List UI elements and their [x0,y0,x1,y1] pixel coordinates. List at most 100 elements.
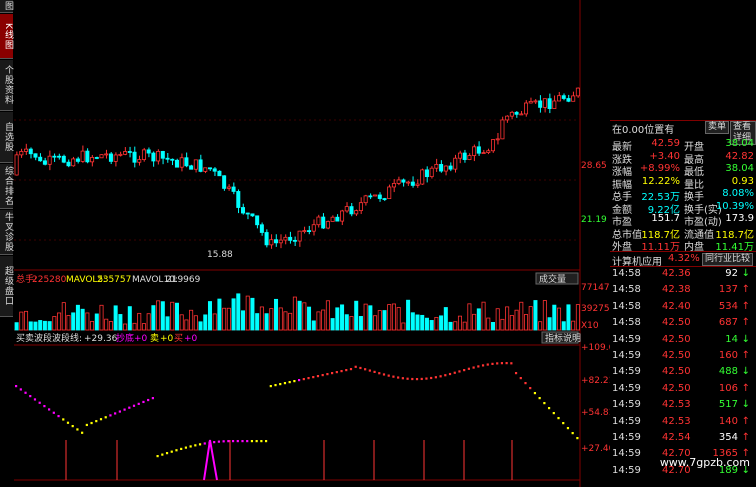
tick-arrow: ↑ [741,350,750,361]
wave-dot [250,440,254,443]
mavol5-value: 235757 [97,275,131,285]
wave-dot [477,365,480,368]
candle-body [420,169,425,185]
candle-body [90,157,95,163]
wave-dot [227,440,230,443]
wave-dot [307,377,310,380]
volume-bar [311,320,316,331]
volume-bar [523,314,529,331]
candle-body [52,155,57,158]
wave-dot [76,428,79,431]
volume-bar [99,304,104,331]
candle-body [575,87,580,97]
volume-bar [269,308,274,331]
tick-price: 42.50 [662,350,691,361]
tick-arrow: ↑ [741,284,750,296]
quote-row: 最新 42.59 开盘 38.04 [610,138,756,153]
wave-dot [293,380,296,383]
wave-dot [463,368,466,372]
side-tab-1[interactable]: K线图 [0,14,13,59]
candle-body [292,239,297,242]
candle-body [523,102,529,115]
indicator-axis-label: +109.6 [581,343,610,353]
volume-bar [236,293,241,331]
candle-body [99,154,104,159]
wave-dot [434,376,437,379]
tick-row: 14:59 42.53 140 ↑ [610,416,756,432]
wave-dot [312,376,315,379]
candle-body [127,151,132,153]
side-tab-4[interactable]: 综合排名 [0,164,13,209]
volume-bar [368,305,373,331]
candle-body [486,150,491,153]
candle-body [184,157,189,167]
wave-dot [345,369,348,372]
tick-arrow: ↓ [741,333,750,345]
indicator-buy-value: +0 [160,334,174,344]
volume-bar [212,313,217,331]
wave-dot [62,418,65,421]
wave-dot [241,440,244,443]
side-tab-2[interactable]: 个股资料 [0,60,13,111]
wave-dot [519,377,522,380]
candle-body [349,206,354,215]
candle-body [193,159,198,170]
industry-compare-button[interactable]: 同行业比较 [702,253,754,266]
quote-value: 173.9 [725,213,754,224]
wave-dot [165,452,169,455]
candle-body [259,224,264,233]
volume-bar [33,321,38,331]
candle-body [354,210,359,215]
wave-dot [184,446,187,449]
volume-bar [391,303,396,331]
wave-dot [170,450,173,453]
tick-row: 14:59 42.53 517 ↓ [610,399,756,415]
wave-dot [142,400,145,404]
candle-body [415,183,420,186]
volume-bar [240,310,246,331]
tick-time: 14:58 [612,268,641,279]
industry-row: 计算机应用 4.32% 同行业比较 [610,253,756,268]
wave-dot [552,412,555,415]
wave-dot [382,373,386,376]
wave-dot [439,375,442,378]
candle-body [439,163,444,172]
volume-bar [108,321,113,331]
candle-body [340,210,345,222]
side-tab-5[interactable]: 牛叉诊股 [0,210,13,255]
tick-arrow: ↓ [741,268,750,279]
tick-volume: 534 [718,300,738,312]
volume-bar [24,310,29,331]
candle-body [509,111,514,117]
tick-arrow: ↑ [741,415,750,427]
indicator-extra-label: 买 [174,333,183,344]
volume-bar [377,310,382,331]
tick-row: 14:59 42.50 160 ↑ [610,350,756,366]
indicator-axis-label: +54.81 [581,408,610,418]
candle-body [269,239,274,246]
candle-body [514,111,519,115]
candle-body [179,157,184,168]
volume-bar [90,321,95,331]
candle-body [443,165,448,172]
volume-bar [94,313,99,331]
candle-body [189,165,194,170]
quote-panel: 在0.00位置有 卖单 查看详细 最新 42.59 开盘 38.04 涨跌 +3.40 最高… [610,108,756,487]
low-price-marker: 15.88 [207,250,233,260]
side-tab-3[interactable]: 自选股 [0,112,13,163]
candle-body [288,236,293,241]
candle-body [264,232,269,246]
sell-order-button[interactable]: 卖单 [705,121,730,134]
candle-body [490,139,495,152]
quote-value: 42.82 [725,150,754,162]
kline-chart-area[interactable]: 28.6521.1915.88总手:225280 MAVOL5:235757 MAV… [14,0,610,487]
tick-volume: 137 [718,284,738,296]
candle-body [462,152,467,160]
side-tab-6[interactable]: 超级盘口 [0,256,13,317]
wave-dot [81,431,84,434]
side-tab-0[interactable]: 图 [0,0,13,13]
wave-dot [246,440,249,443]
wave-dot [29,395,32,398]
candle-body [448,165,453,170]
quote-value: 12.22% [641,175,680,187]
